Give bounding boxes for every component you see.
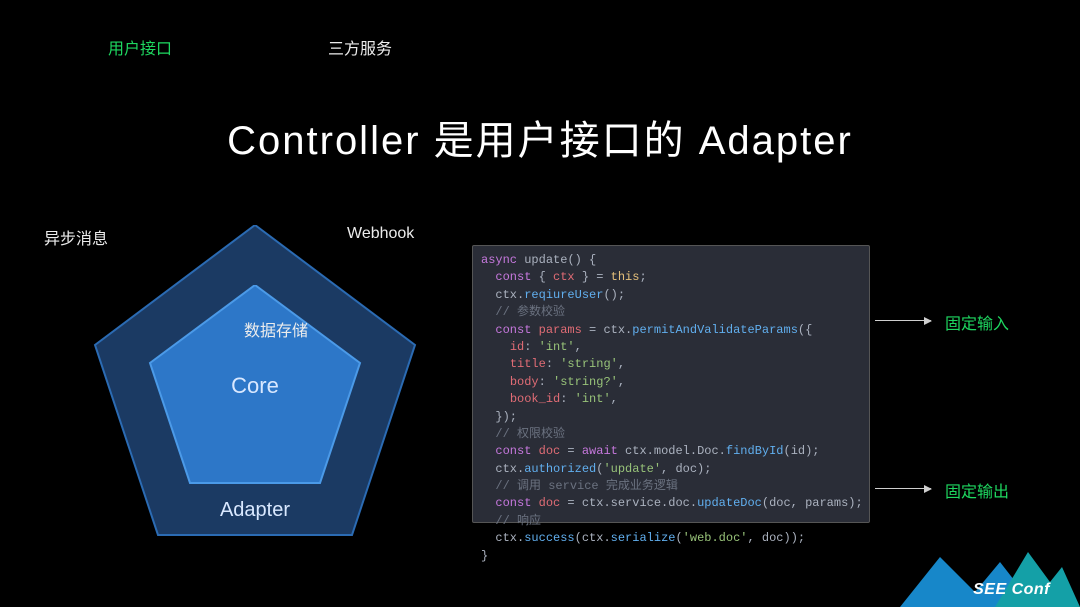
arrow-icon	[875, 488, 931, 489]
arrow-icon	[875, 320, 931, 321]
core-label: Core	[231, 373, 279, 399]
code-block: async update() { const { ctx } = this; c…	[472, 245, 870, 523]
conference-brand-text: SEE Conf	[973, 581, 1050, 599]
conference-logo: SEE Conf	[900, 537, 1080, 607]
adapter-label: Adapter	[220, 499, 290, 522]
code-content: async update() { const { ctx } = this; c…	[473, 246, 869, 571]
architecture-pentagon-diagram: Core Adapter	[90, 225, 420, 535]
label-async-message: 异步消息	[44, 225, 108, 249]
annotation-fixed-input: 固定输入	[945, 310, 1009, 334]
slide-title: Controller 是用户接口的 Adapter	[0, 108, 1080, 166]
annotation-fixed-output: 固定输出	[945, 478, 1009, 502]
label-webhook: Webhook	[347, 225, 414, 243]
label-third-party: 三方服务	[328, 35, 392, 59]
label-data-store: 数据存储	[244, 317, 308, 341]
label-user-interface: 用户接口	[108, 35, 172, 59]
